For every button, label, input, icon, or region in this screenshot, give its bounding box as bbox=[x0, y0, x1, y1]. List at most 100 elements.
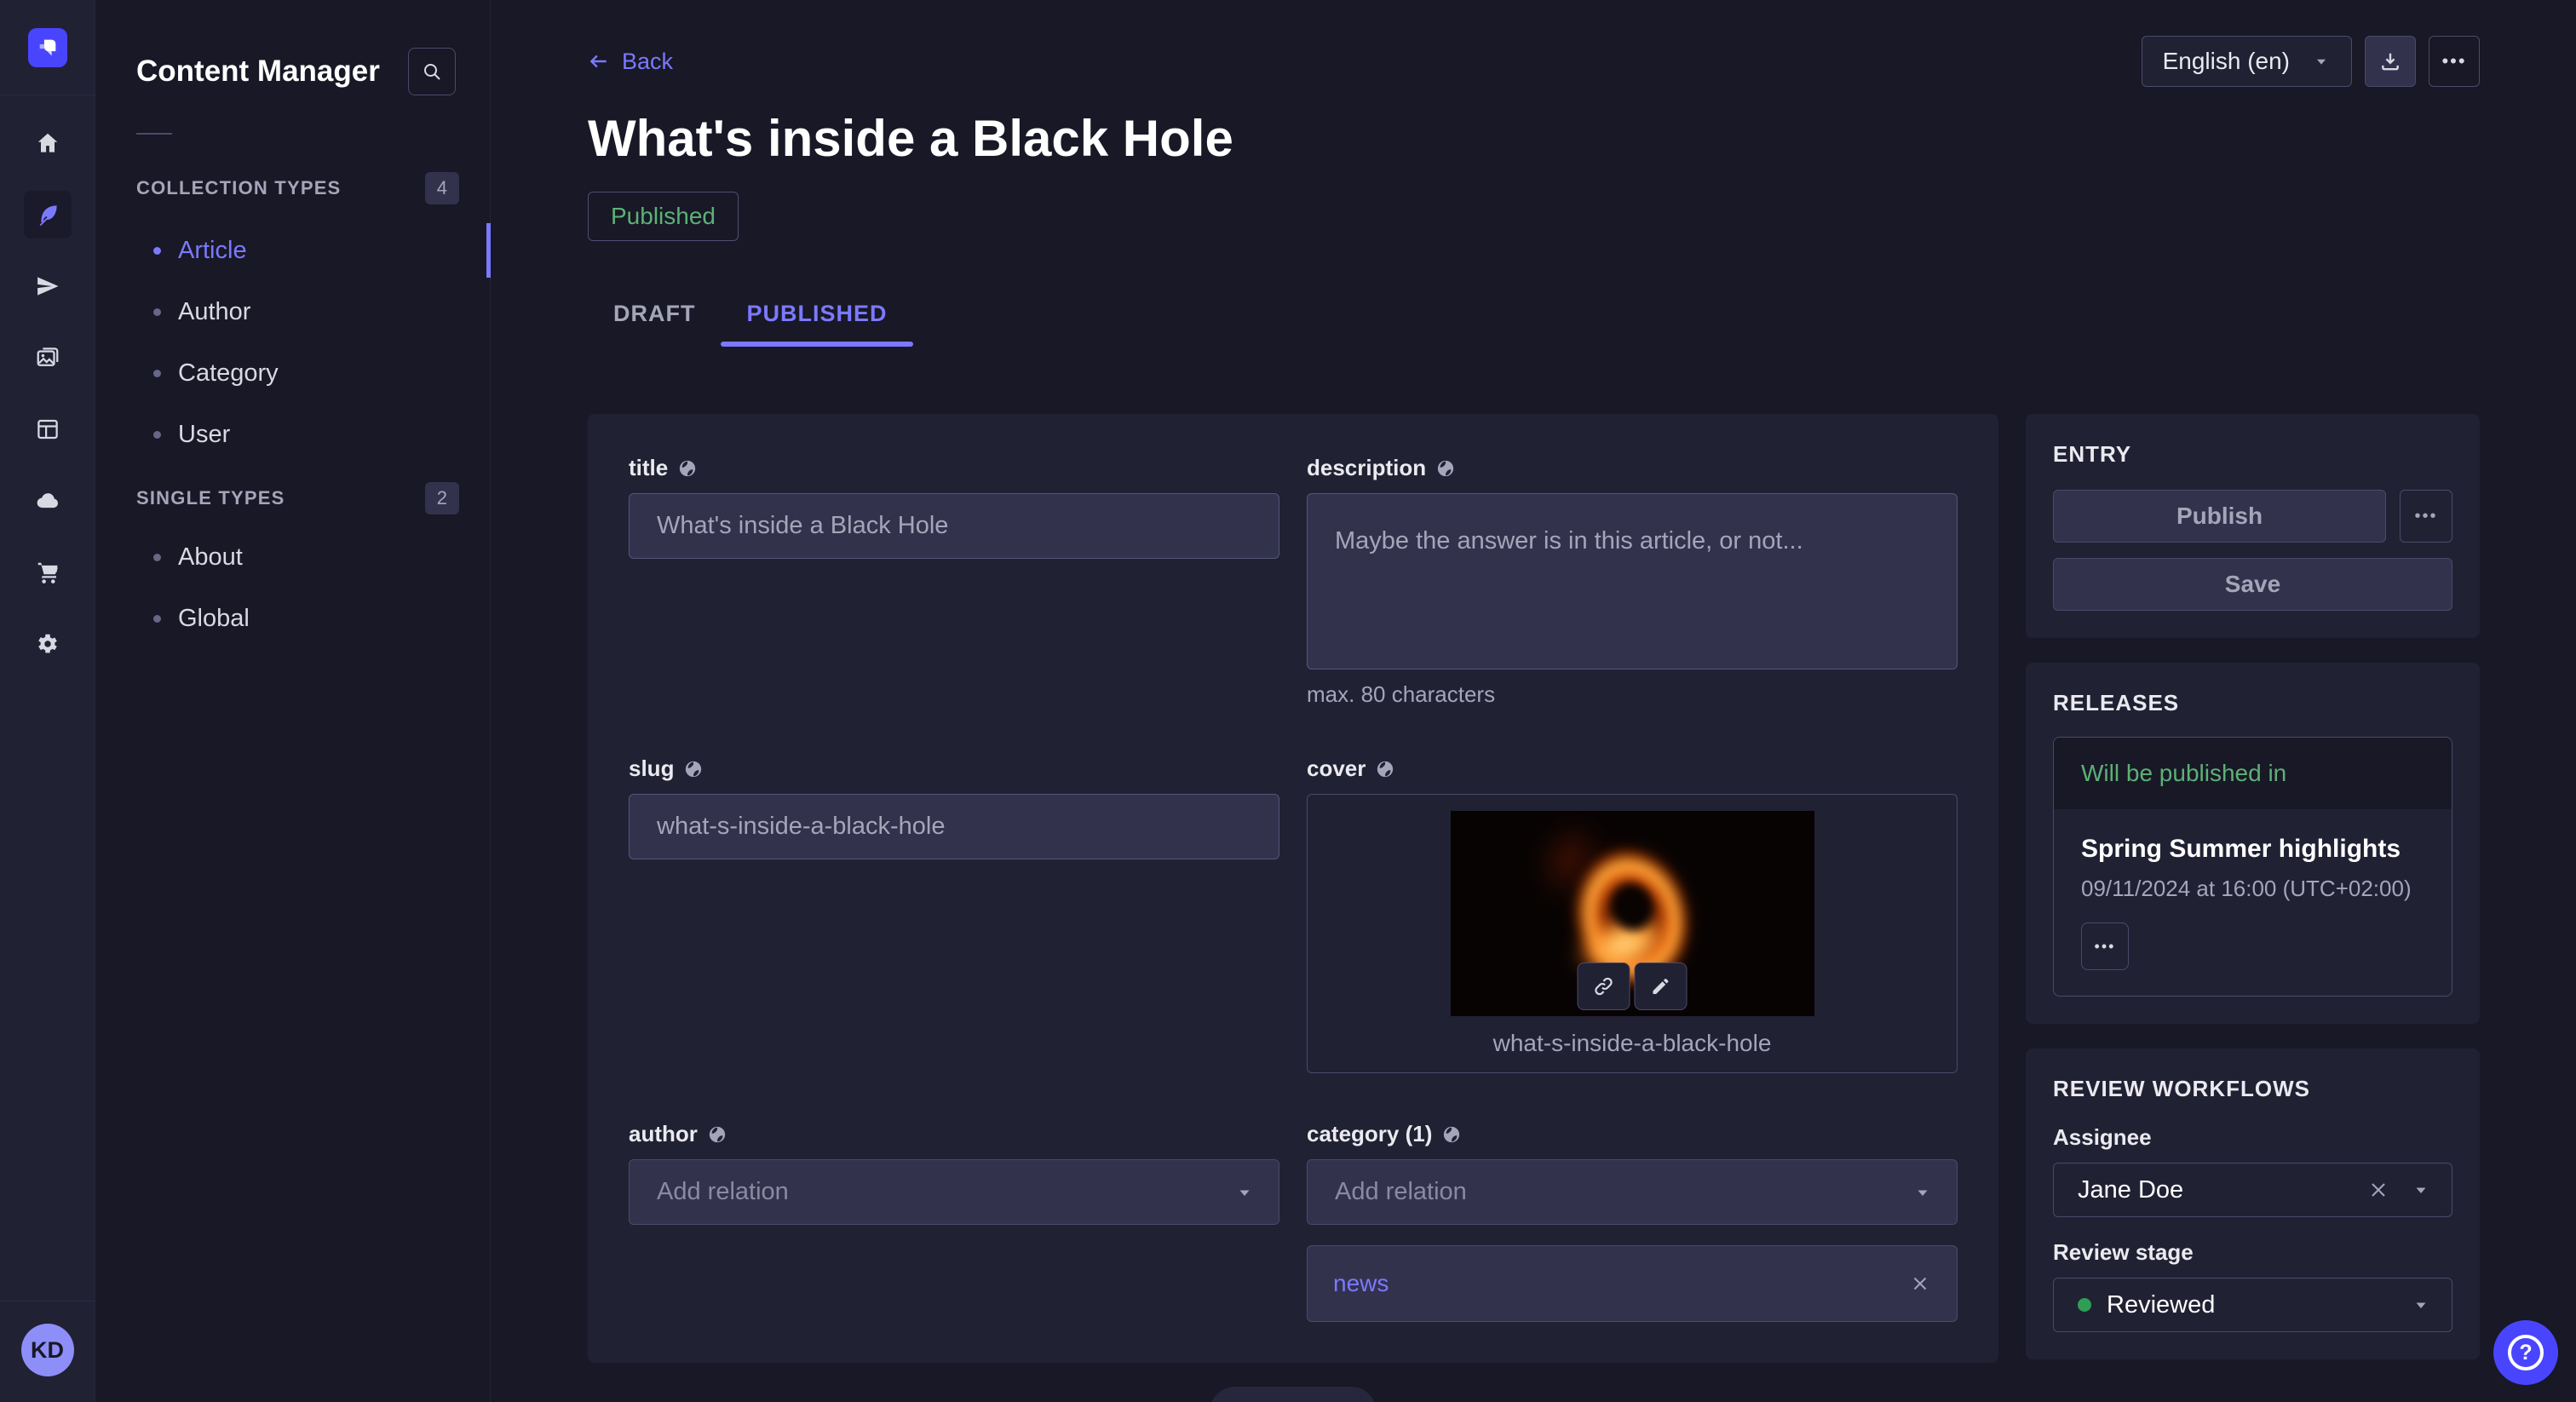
marketplace-icon[interactable] bbox=[24, 549, 72, 596]
chevron-down-icon bbox=[2411, 1180, 2431, 1200]
slug-input[interactable]: what-s-inside-a-black-hole bbox=[629, 794, 1279, 859]
single-types-label: SINGLE TYPES bbox=[136, 487, 285, 509]
slug-field-label: slug bbox=[629, 756, 674, 782]
save-button[interactable]: Save bbox=[2053, 558, 2452, 611]
cover-field-label: cover bbox=[1307, 756, 1366, 782]
bullet-icon bbox=[153, 615, 161, 623]
more-icon: ••• bbox=[2414, 507, 2437, 526]
more-icon: ••• bbox=[2441, 50, 2466, 72]
relation-link[interactable]: news bbox=[1333, 1270, 1389, 1297]
sidebar-item-global[interactable]: Global bbox=[95, 588, 490, 649]
author-relation-select[interactable]: Add relation bbox=[629, 1159, 1279, 1225]
page-title: What's inside a Black Hole bbox=[588, 109, 2480, 168]
chevron-down-icon bbox=[2312, 52, 2331, 71]
review-workflows-panel: REVIEW WORKFLOWS Assignee Jane Doe Revie… bbox=[2026, 1049, 2480, 1359]
author-placeholder: Add relation bbox=[657, 1178, 789, 1206]
title-input[interactable]: What's inside a Black Hole bbox=[629, 493, 1279, 559]
collection-types-label: COLLECTION TYPES bbox=[136, 177, 341, 199]
field-slug: slug what-s-inside-a-black-hole bbox=[629, 756, 1279, 1073]
home-icon[interactable] bbox=[24, 119, 72, 167]
stage-status-dot bbox=[2078, 1298, 2091, 1312]
more-actions-button[interactable]: ••• bbox=[2429, 36, 2480, 87]
sidebar-item-about[interactable]: About bbox=[95, 526, 490, 588]
subnav-divider bbox=[136, 133, 172, 135]
entry-form-panel: title What's inside a Black Hole descrip… bbox=[588, 414, 1998, 1363]
globe-icon bbox=[684, 760, 703, 779]
logo-section bbox=[0, 0, 95, 95]
bullet-icon bbox=[153, 554, 161, 561]
releases-icon[interactable] bbox=[24, 262, 72, 310]
field-author: author Add relation bbox=[629, 1121, 1279, 1322]
entry-panel: ENTRY Publish ••• Save bbox=[2026, 414, 2480, 638]
publish-button[interactable]: Publish bbox=[2053, 490, 2386, 543]
collection-types-list: Article Author Category User bbox=[95, 220, 490, 465]
bullet-icon bbox=[153, 308, 161, 316]
back-label: Back bbox=[622, 49, 673, 75]
remove-relation-icon[interactable] bbox=[1909, 1273, 1931, 1295]
bullet-icon bbox=[153, 431, 161, 439]
tab-draft[interactable]: DRAFT bbox=[588, 280, 721, 347]
field-category: category (1) Add relation news bbox=[1307, 1121, 1958, 1322]
subnav-title: Content Manager bbox=[136, 55, 380, 89]
category-relation-select[interactable]: Add relation bbox=[1307, 1159, 1958, 1225]
help-button[interactable]: ? bbox=[2493, 1320, 2558, 1385]
cover-asset-card: what-s-inside-a-black-hole bbox=[1307, 794, 1958, 1073]
sidebar-item-label: Category bbox=[178, 359, 279, 388]
copy-link-button[interactable] bbox=[1578, 962, 1630, 1010]
description-textarea[interactable]: Maybe the answer is in this article, or … bbox=[1307, 493, 1958, 669]
main-content: Back English (en) ••• What's inside a B bbox=[491, 0, 2576, 1402]
release-date: 09/11/2024 at 16:00 (UTC+02:00) bbox=[2081, 876, 2424, 902]
back-arrow-icon bbox=[588, 50, 610, 72]
sidebar-item-user[interactable]: User bbox=[95, 404, 490, 465]
globe-icon bbox=[1376, 760, 1394, 779]
sidebar-item-article[interactable]: Article bbox=[95, 220, 490, 281]
review-stage-label: Review stage bbox=[2053, 1239, 2452, 1266]
locale-select[interactable]: English (en) bbox=[2142, 36, 2352, 87]
category-field-label: category (1) bbox=[1307, 1121, 1432, 1147]
content-type-builder-icon[interactable] bbox=[24, 405, 72, 453]
tab-published[interactable]: PUBLISHED bbox=[721, 280, 912, 347]
sidebar-item-label: User bbox=[178, 421, 230, 449]
download-icon bbox=[2379, 50, 2401, 72]
search-button[interactable] bbox=[408, 48, 456, 95]
sidebar-item-label: Article bbox=[178, 237, 247, 265]
question-icon: ? bbox=[2508, 1335, 2544, 1370]
entry-more-button[interactable]: ••• bbox=[2400, 490, 2452, 543]
clear-assignee-icon[interactable] bbox=[2366, 1178, 2390, 1202]
link-icon bbox=[1593, 975, 1615, 997]
description-hint: max. 80 characters bbox=[1307, 681, 1958, 708]
version-tabs: DRAFT PUBLISHED bbox=[588, 280, 2480, 347]
sidebar-item-label: Global bbox=[178, 605, 250, 633]
back-link[interactable]: Back bbox=[588, 49, 673, 75]
locale-value: English (en) bbox=[2163, 48, 2290, 75]
nav-rail: KD bbox=[0, 0, 95, 1402]
cutoff-bottom-button[interactable] bbox=[1210, 1387, 1377, 1402]
field-description: description Maybe the answer is in this … bbox=[1307, 455, 1958, 708]
content-manager-icon[interactable] bbox=[24, 191, 72, 238]
deployments-icon[interactable] bbox=[24, 477, 72, 525]
media-library-icon[interactable] bbox=[24, 334, 72, 382]
review-stage-select[interactable]: Reviewed bbox=[2053, 1278, 2452, 1332]
single-types-count: 2 bbox=[425, 482, 459, 514]
sidebar-item-author[interactable]: Author bbox=[95, 281, 490, 342]
single-types-list: About Global bbox=[95, 526, 490, 649]
settings-icon[interactable] bbox=[24, 620, 72, 668]
assignee-combobox[interactable]: Jane Doe bbox=[2053, 1163, 2452, 1217]
strapi-logo[interactable] bbox=[28, 28, 67, 67]
user-avatar[interactable]: KD bbox=[21, 1324, 74, 1376]
release-more-button[interactable]: ••• bbox=[2081, 922, 2129, 970]
globe-icon bbox=[1442, 1125, 1461, 1144]
chevron-down-icon bbox=[2411, 1295, 2431, 1315]
field-cover: cover bbox=[1307, 756, 1958, 1073]
releases-panel-title: RELEASES bbox=[2053, 690, 2452, 716]
side-column: ENTRY Publish ••• Save RELEASES Will be … bbox=[2026, 414, 2480, 1359]
rail-menu bbox=[24, 119, 72, 668]
stage-value: Reviewed bbox=[2107, 1291, 2411, 1319]
search-icon bbox=[422, 61, 442, 82]
assignee-label: Assignee bbox=[2053, 1124, 2452, 1151]
pencil-icon bbox=[1651, 976, 1671, 997]
sidebar-item-category[interactable]: Category bbox=[95, 342, 490, 404]
edit-asset-button[interactable] bbox=[1635, 962, 1688, 1010]
description-field-label: description bbox=[1307, 455, 1426, 481]
download-button[interactable] bbox=[2365, 36, 2416, 87]
